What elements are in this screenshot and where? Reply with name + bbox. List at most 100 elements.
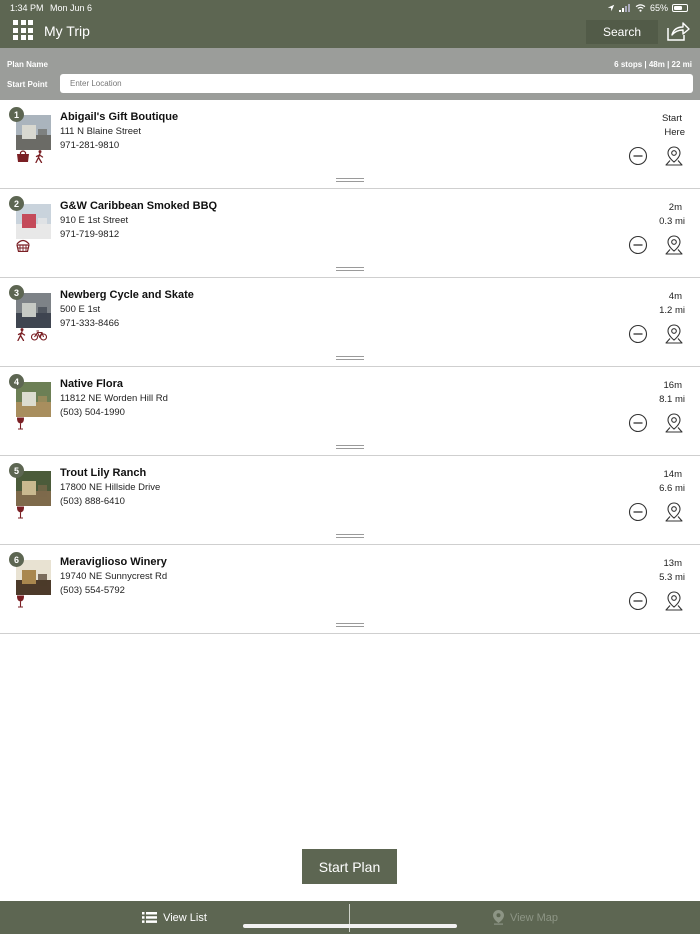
start-plan-button[interactable]: Start Plan — [302, 849, 397, 884]
stop-distance: 0.3 mi — [659, 216, 685, 227]
tab-view-map[interactable]: View Map — [351, 901, 700, 934]
stop-phone[interactable]: (503) 888-6410 — [60, 496, 125, 507]
stop-phone[interactable]: (503) 504-1990 — [60, 407, 125, 418]
stop-number-badge: 1 — [9, 107, 24, 122]
remove-stop-icon[interactable] — [628, 235, 648, 255]
category-icons — [16, 417, 25, 435]
page-title: My Trip — [44, 23, 90, 39]
start-location-input[interactable] — [60, 74, 693, 93]
stop-row[interactable]: 4 Native Flora 11812 NE Worden Hill Rd (… — [0, 367, 700, 456]
apps-grid-icon[interactable] — [13, 20, 33, 40]
remove-stop-icon[interactable] — [628, 502, 648, 522]
stop-phone[interactable]: 971-719-9812 — [60, 229, 119, 240]
tab-view-list-label: View List — [163, 911, 207, 924]
stop-number-badge: 6 — [9, 552, 24, 567]
stop-distance: 1.2 mi — [659, 305, 685, 316]
drag-handle[interactable] — [336, 623, 364, 629]
map-pin-icon[interactable] — [664, 145, 684, 167]
bottom-tab-bar: View List View Map — [0, 901, 700, 934]
wifi-icon — [635, 4, 646, 12]
map-pin-icon[interactable] — [664, 234, 684, 256]
remove-stop-icon[interactable] — [628, 146, 648, 166]
stop-address: 17800 NE Hillside Drive — [60, 482, 161, 493]
stop-drive-time: Start — [661, 113, 682, 124]
cellular-signal-icon — [618, 4, 630, 12]
remove-stop-icon[interactable] — [628, 324, 648, 344]
wine-glass-icon — [16, 595, 25, 613]
status-date: Mon Jun 6 — [50, 3, 93, 13]
stop-number-badge: 3 — [9, 285, 24, 300]
stop-address: 500 E 1st — [60, 304, 101, 315]
category-icons — [16, 506, 25, 524]
plan-name-label[interactable]: Plan Name — [7, 60, 48, 69]
wine-glass-icon — [16, 506, 25, 524]
map-pin-icon — [492, 910, 504, 925]
map-pin-icon[interactable] — [664, 590, 684, 612]
stop-number-badge: 2 — [9, 196, 24, 211]
stop-name[interactable]: Meraviglioso Winery — [60, 556, 167, 568]
stop-phone[interactable]: 971-281-9810 — [60, 140, 119, 151]
map-pin-icon[interactable] — [664, 412, 684, 434]
plan-summary: 6 stops | 48m | 22 mi — [614, 60, 692, 69]
stop-name[interactable]: Abigail's Gift Boutique — [60, 111, 178, 123]
wine-glass-icon — [16, 417, 25, 435]
app-root: 1:34 PM Mon Jun 6 65% My Trip Search Pla — [0, 0, 700, 934]
remove-stop-icon[interactable] — [628, 413, 648, 433]
stop-row[interactable]: 5 Trout Lily Ranch 17800 NE Hillside Dri… — [0, 456, 700, 545]
share-icon[interactable] — [666, 20, 690, 42]
stop-row[interactable]: 2 G&W Caribbean Smoked BBQ 910 E 1st Str… — [0, 189, 700, 278]
stop-row[interactable]: 6 Meraviglioso Winery 19740 NE Sunnycres… — [0, 545, 700, 634]
drag-handle[interactable] — [336, 356, 364, 362]
stop-drive-time: 4m — [668, 291, 682, 302]
stop-phone[interactable]: (503) 554-5792 — [60, 585, 125, 596]
stop-name[interactable]: Trout Lily Ranch — [60, 467, 146, 479]
tab-view-map-label: View Map — [509, 911, 559, 924]
stop-distance: 5.3 mi — [659, 572, 685, 583]
stop-drive-time: 16m — [663, 380, 682, 391]
stops-list: 1 Abigail's Gift Boutique 111 N Blaine S… — [0, 100, 700, 634]
stop-distance: 8.1 mi — [659, 394, 685, 405]
stop-drive-time: 13m — [663, 558, 682, 569]
shopping-bag-icon — [16, 149, 30, 168]
category-icons — [16, 595, 25, 613]
header: My Trip Search — [0, 16, 700, 48]
stop-address: 11812 NE Worden Hill Rd — [60, 393, 168, 404]
battery-percent: 65% — [649, 3, 668, 13]
drag-handle[interactable] — [336, 267, 364, 273]
tab-view-list[interactable]: View List — [0, 901, 349, 934]
stop-drive-time: 14m — [663, 469, 682, 480]
battery-level — [674, 6, 682, 10]
stop-number-badge: 5 — [9, 463, 24, 478]
stop-row[interactable]: 3 Newberg Cycle and Skate 500 E 1st 971-… — [0, 278, 700, 367]
stop-name[interactable]: Newberg Cycle and Skate — [60, 289, 194, 301]
stop-name[interactable]: G&W Caribbean Smoked BBQ — [60, 200, 217, 212]
start-point-label: Start Point — [7, 80, 48, 89]
category-icons — [16, 327, 48, 346]
battery-icon — [672, 4, 688, 12]
search-button[interactable]: Search — [586, 20, 658, 44]
drag-handle[interactable] — [336, 178, 364, 184]
plan-bar: Plan Name 6 stops | 48m | 22 mi Start Po… — [0, 48, 700, 100]
stop-address: 111 N Blaine Street — [60, 126, 141, 137]
stop-row[interactable]: 1 Abigail's Gift Boutique 111 N Blaine S… — [0, 100, 700, 189]
status-time: 1:34 PM — [10, 3, 44, 13]
remove-stop-icon[interactable] — [628, 591, 648, 611]
walking-icon — [34, 149, 45, 168]
walking-icon — [16, 327, 27, 346]
drag-handle[interactable] — [336, 534, 364, 540]
stop-number-badge: 4 — [9, 374, 24, 389]
stop-phone[interactable]: 971-333-8466 — [60, 318, 119, 329]
status-indicators: 65% — [607, 3, 688, 13]
status-bar: 1:34 PM Mon Jun 6 65% — [0, 0, 700, 16]
stop-name[interactable]: Native Flora — [60, 378, 123, 390]
stop-address: 910 E 1st Street — [60, 215, 129, 226]
map-pin-icon[interactable] — [664, 323, 684, 345]
stop-drive-time: 2m — [668, 202, 682, 213]
map-pin-icon[interactable] — [664, 501, 684, 523]
stop-address: 19740 NE Sunnycrest Rd — [60, 571, 168, 582]
bicycle-icon — [30, 328, 48, 346]
stop-distance: Here — [664, 127, 685, 138]
drag-handle[interactable] — [336, 445, 364, 451]
home-indicator — [243, 924, 457, 928]
category-icons — [16, 149, 45, 168]
